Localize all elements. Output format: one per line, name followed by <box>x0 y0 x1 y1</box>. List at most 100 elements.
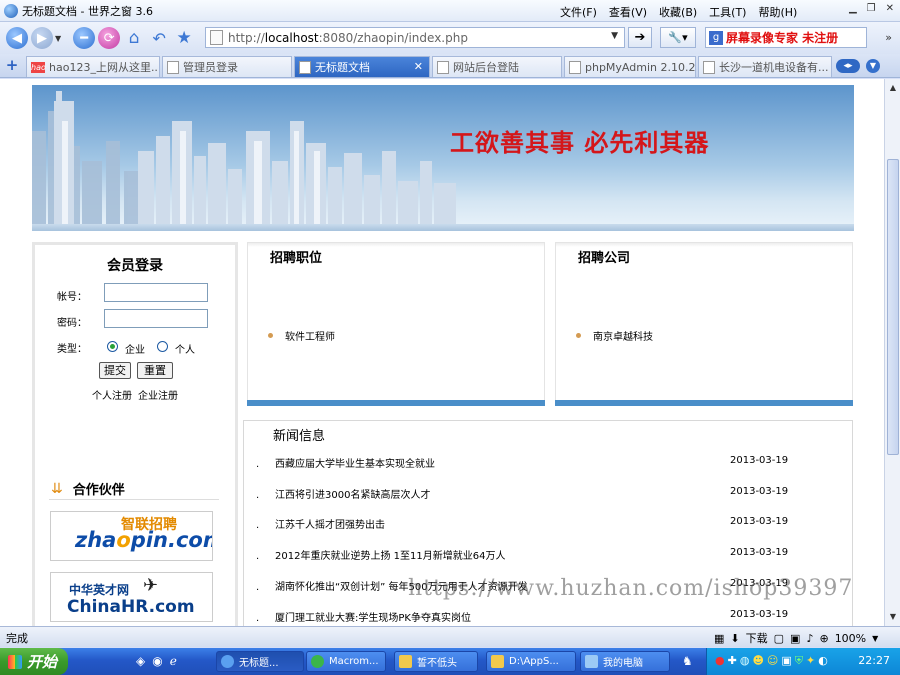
address-dropdown-icon[interactable]: ▼ <box>611 31 618 41</box>
password-input[interactable] <box>104 309 208 328</box>
tab-changsha-company[interactable]: 长沙一道机电设备有... <box>698 56 832 77</box>
news-row[interactable]: . 2012年重庆就业逆势上扬 1至11月新增就业64万人 2013-03-19 <box>256 547 816 563</box>
news-headline[interactable]: 西藏应届大学毕业生基本实现全就业 <box>275 455 435 470</box>
page-icon[interactable]: ▢ <box>774 632 784 645</box>
download-label[interactable]: 下载 <box>746 630 768 646</box>
tools-wrench-icon[interactable]: 🔧▾ <box>660 27 696 48</box>
status-text: 完成 <box>6 632 28 645</box>
job-item-label[interactable]: 软件工程师 <box>285 328 335 343</box>
company-item-label[interactable]: 南京卓越科技 <box>593 328 653 343</box>
go-arrow-icon[interactable]: ➔ <box>628 27 652 48</box>
menu-favorites[interactable]: 收藏(B) <box>659 4 697 20</box>
task-macromedia[interactable]: Macrom... <box>306 651 386 672</box>
task-folder-apps[interactable]: D:\AppS... <box>486 651 576 672</box>
register-personal-link[interactable]: 个人注册 <box>92 391 132 402</box>
tray-ime-icon[interactable]: ▣ <box>781 654 791 668</box>
screenshot-icon[interactable]: ▣ <box>790 632 800 645</box>
maximize-icon[interactable]: ❐ <box>867 3 876 14</box>
type-personal-radio[interactable] <box>157 341 168 352</box>
system-tray: ● ✚ ◍ ☻ ☺ ▣ ⛨ ✦ ◐ 22:27 <box>706 648 900 675</box>
task-my-computer[interactable]: 我的电脑 <box>580 651 670 672</box>
menu-tools[interactable]: 工具(T) <box>709 4 746 20</box>
tray-volume-icon[interactable]: ◐ <box>818 654 828 668</box>
tray-plus-icon[interactable]: ✚ <box>728 654 737 668</box>
submit-button[interactable]: 提交 <box>99 362 131 379</box>
menu-view[interactable]: 查看(V) <box>609 4 647 20</box>
tab-phpmyadmin[interactable]: phpMyAdmin 2.10.2... <box>564 56 696 77</box>
forward-arrow-icon[interactable]: ▶ <box>31 27 53 49</box>
news-headline[interactable]: 厦门理工就业大赛:学生现场PK争夺真实岗位 <box>275 609 471 624</box>
tab-admin-login[interactable]: 管理员登录 <box>162 56 292 77</box>
quicklaunch-media-icon[interactable]: ◈ <box>136 654 145 668</box>
page-icon <box>703 60 715 74</box>
tab-backend-login[interactable]: 网站后台登陆 <box>432 56 562 77</box>
start-button[interactable]: 开始 <box>0 648 68 675</box>
news-headline[interactable]: 江苏千人摇才团强势出击 <box>275 516 385 531</box>
favorite-star-icon[interactable]: ★ <box>173 27 195 49</box>
tab-untitled-document[interactable]: 无标题文档 ✕ <box>294 56 430 77</box>
quicklaunch-ie-icon[interactable]: ℯ <box>170 654 177 668</box>
zoom-dropdown-icon[interactable]: ▼ <box>872 634 878 643</box>
close-icon[interactable]: ✕ <box>886 3 894 14</box>
task-browser[interactable]: 无标题... <box>216 651 304 672</box>
scroll-down-icon[interactable]: ▼ <box>886 610 900 624</box>
download-icon[interactable]: ⬇ <box>730 632 739 645</box>
scroll-thumb[interactable] <box>887 159 899 455</box>
address-url[interactable]: http://localhost:8080/zhaopin/index.php <box>228 31 468 45</box>
register-company-link[interactable]: 企业注册 <box>138 391 178 402</box>
search-input[interactable]: g 屏幕录像专家 未注册 <box>705 27 867 48</box>
account-input[interactable] <box>104 283 208 302</box>
tab-scroll-icon[interactable]: ◂▸ <box>836 59 860 73</box>
sound-icon[interactable]: ♪ <box>806 632 813 645</box>
address-bar[interactable]: http://localhost:8080/zhaopin/index.php … <box>205 27 625 48</box>
scroll-up-icon[interactable]: ▲ <box>886 81 900 95</box>
zoom-icon[interactable]: ⊕ <box>819 632 828 645</box>
tab-close-icon[interactable]: ✕ <box>414 60 423 73</box>
news-headline[interactable]: 江西将引进3000名紧缺高层次人才 <box>275 486 430 501</box>
tray-qq-icon[interactable]: ☺ <box>767 654 778 668</box>
news-headline[interactable]: 2012年重庆就业逆势上扬 1至11月新增就业64万人 <box>275 547 505 562</box>
task-label: D:\AppS... <box>509 656 559 667</box>
minimize-icon[interactable]: ▁ <box>849 3 857 14</box>
home-icon[interactable]: ⌂ <box>123 27 145 49</box>
chinahr-logo[interactable]: 中华英才网 ✈ ChinaHR.com <box>50 572 213 622</box>
reset-button[interactable]: 重置 <box>137 362 173 379</box>
zhaopin-logo[interactable]: 智联招聘 zhaopin.com <box>50 511 213 561</box>
stop-icon[interactable]: ━ <box>73 27 96 49</box>
news-row[interactable]: . 江苏千人摇才团强势出击 2013-03-19 <box>256 516 816 532</box>
company-item[interactable]: 南京卓越科技 <box>576 328 653 343</box>
tab-label: 长沙一道机电设备有... <box>719 61 829 74</box>
language-bar-icon[interactable]: ♞ <box>682 654 693 668</box>
type-company-radio[interactable] <box>107 341 118 352</box>
task-folder-music[interactable]: 誓不低头 <box>394 651 478 672</box>
login-title: 会员登录 <box>107 258 163 274</box>
zoom-level[interactable]: 100% <box>835 632 866 645</box>
tray-update-icon[interactable]: ✦ <box>806 654 815 668</box>
refresh-icon[interactable]: ⟳ <box>98 27 121 49</box>
tray-antivirus-icon[interactable]: ● <box>715 654 725 668</box>
search-engine-icon[interactable]: g <box>709 30 723 45</box>
page-icon <box>299 60 311 74</box>
tab-list-dropdown-icon[interactable]: ▼ <box>866 59 880 73</box>
menu-help[interactable]: 帮助(H) <box>758 4 797 20</box>
tray-messenger-icon[interactable]: ☻ <box>752 654 763 668</box>
undo-close-icon[interactable]: ↶ <box>148 27 170 49</box>
new-tab-plus-icon[interactable]: + <box>4 58 20 74</box>
quicklaunch-browser-icon[interactable]: ◉ <box>152 654 162 668</box>
vertical-scrollbar[interactable]: ▲ ▼ <box>884 79 900 626</box>
news-row[interactable]: . 西藏应届大学毕业生基本实现全就业 2013-03-19 <box>256 455 816 471</box>
menu-file[interactable]: 文件(F) <box>560 4 597 20</box>
history-dropdown-icon[interactable]: ▼ <box>55 34 61 43</box>
chinahr-logo-wordmark: ChinaHR.com <box>67 597 195 617</box>
chinahr-logo-text: 中华英才网 <box>69 583 130 597</box>
tray-network-icon[interactable]: ◍ <box>740 654 750 668</box>
tab-hao123[interactable]: hao hao123_上网从这里... <box>26 56 160 77</box>
job-item[interactable]: 软件工程师 <box>268 328 335 343</box>
more-chevron-icon[interactable]: » <box>885 31 892 44</box>
tray-shield-icon[interactable]: ⛨ <box>795 654 803 668</box>
network-icon[interactable]: ▦ <box>714 632 724 645</box>
tab-label: phpMyAdmin 2.10.2... <box>585 60 696 74</box>
news-row[interactable]: . 厦门理工就业大赛:学生现场PK争夺真实岗位 2013-03-19 <box>256 609 816 625</box>
back-arrow-icon[interactable]: ◀ <box>6 27 28 49</box>
news-row[interactable]: . 江西将引进3000名紧缺高层次人才 2013-03-19 <box>256 486 816 502</box>
